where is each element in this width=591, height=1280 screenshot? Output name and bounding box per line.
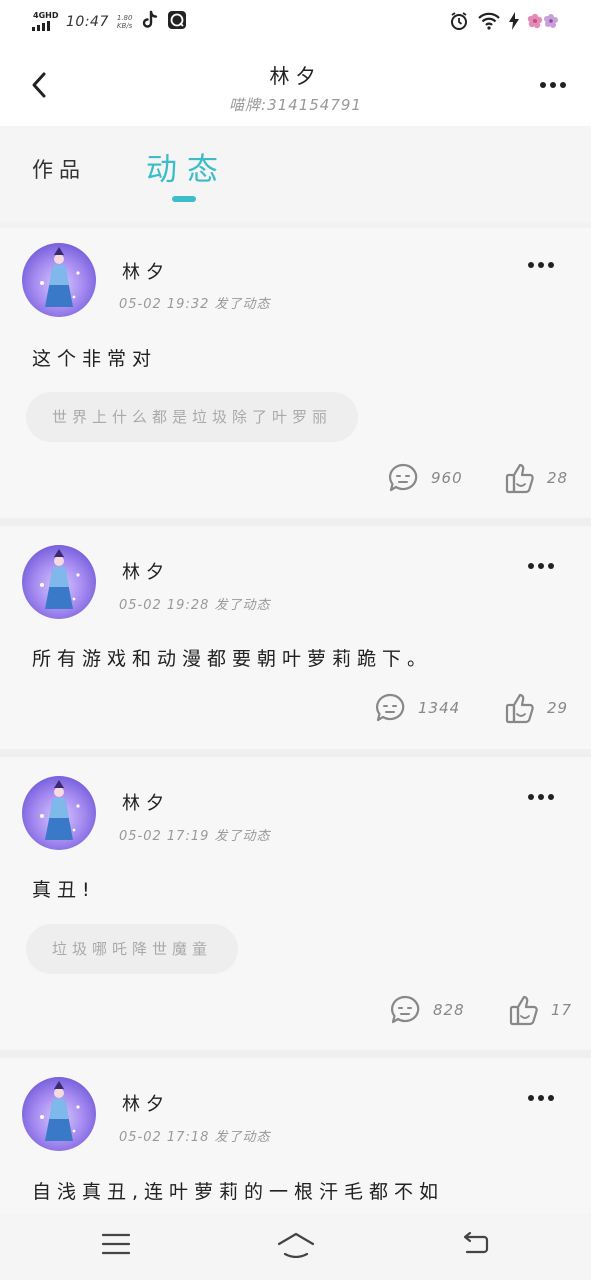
comment-button[interactable]: 828 — [389, 994, 465, 1026]
like-button[interactable]: 29 — [505, 692, 568, 724]
post-more-button[interactable] — [525, 789, 557, 805]
back-nav-icon — [463, 1231, 489, 1254]
back-nav-button[interactable] — [454, 1228, 494, 1260]
more-dots-icon — [528, 794, 554, 800]
network-speed: 1.80 KB/s — [117, 14, 133, 30]
thumbs-up-icon — [505, 693, 534, 724]
like-count: 17 — [551, 1001, 573, 1019]
avatar[interactable] — [22, 1077, 96, 1151]
menu-button[interactable] — [96, 1228, 136, 1260]
qq-music-icon — [167, 10, 187, 34]
home-button[interactable] — [276, 1228, 316, 1260]
post-more-button[interactable] — [525, 257, 557, 273]
more-dots-icon — [528, 1095, 554, 1101]
status-right — [449, 11, 561, 35]
comment-icon — [388, 463, 418, 492]
status-time: 10:47 — [66, 14, 109, 30]
post-content: 真丑! — [32, 879, 96, 901]
more-button[interactable] — [537, 74, 569, 96]
page-title: 林夕 — [269, 64, 322, 88]
comment-icon — [375, 693, 405, 722]
thumbs-up-icon — [505, 463, 534, 494]
post-author[interactable]: 林夕 — [122, 789, 170, 815]
quoted-content[interactable]: 世界上什么都是垃圾除了叶罗丽 — [26, 392, 359, 442]
like-button[interactable]: 17 — [509, 994, 572, 1026]
post-meta: 05-02 19:28 发了动态 — [119, 598, 271, 613]
post-card[interactable]: 林夕 05-02 17:18 发了动态 自浅真丑,连叶萝莉的一根汗毛都不如 — [0, 1058, 591, 1218]
post-content: 这个非常对 — [32, 348, 158, 370]
battery-flower-icon — [527, 11, 561, 35]
tiktok-icon — [141, 10, 159, 34]
status-bar: 4GHD 10:47 1.80 KB/s — [0, 0, 591, 46]
comment-count: 1344 — [418, 699, 461, 717]
more-dots-icon — [540, 82, 566, 88]
wifi-icon — [477, 12, 501, 34]
post-content: 自浅真丑,连叶萝莉的一根汗毛都不如 — [32, 1181, 445, 1203]
avatar[interactable] — [22, 243, 96, 317]
post-author[interactable]: 林夕 — [122, 1090, 170, 1116]
comment-button[interactable]: 960 — [387, 462, 463, 494]
post-author[interactable]: 林夕 — [122, 558, 170, 584]
post-more-button[interactable] — [525, 1090, 557, 1106]
like-button[interactable]: 28 — [505, 462, 568, 494]
more-dots-icon — [528, 563, 554, 569]
post-divider — [0, 1050, 591, 1058]
comment-count: 960 — [431, 469, 463, 487]
post-meta: 05-02 17:19 发了动态 — [119, 829, 271, 844]
post-divider — [0, 518, 591, 526]
menu-icon — [101, 1233, 131, 1255]
profile-header: 林夕 喵牌:314154791 — [0, 46, 591, 126]
charging-icon — [509, 12, 519, 34]
speed-value: 1.80 — [116, 14, 133, 22]
post-content: 所有游戏和动漫都要朝叶萝莉跪下。 — [32, 648, 433, 670]
thumbs-up-icon — [509, 995, 538, 1026]
post-card[interactable]: 林夕 05-02 19:32 发了动态 这个非常对 世界上什么都是垃圾除了叶罗丽… — [0, 228, 591, 518]
comment-count: 828 — [433, 1001, 465, 1019]
avatar[interactable] — [22, 545, 96, 619]
user-id: 喵牌:314154791 — [229, 96, 362, 114]
post-author[interactable]: 林夕 — [122, 258, 170, 284]
avatar[interactable] — [22, 776, 96, 850]
post-more-button[interactable] — [525, 558, 557, 574]
system-nav-bar — [0, 1214, 591, 1280]
network-label: 4GHD — [33, 11, 59, 20]
comment-button[interactable]: 1344 — [374, 692, 460, 724]
like-count: 28 — [547, 469, 569, 487]
comment-icon — [390, 995, 420, 1024]
speed-unit: KB/s — [116, 22, 133, 30]
post-card[interactable]: 林夕 05-02 19:28 发了动态 所有游戏和动漫都要朝叶萝莉跪下。 134… — [0, 526, 591, 749]
profile-tabs: 作品 动态 — [0, 126, 591, 222]
post-divider — [0, 749, 591, 757]
status-left: 4GHD 10:47 1.80 KB/s — [32, 10, 187, 34]
active-tab-indicator — [172, 196, 196, 202]
more-dots-icon — [528, 262, 554, 268]
signal-icon: 4GHD — [32, 12, 58, 32]
post-meta: 05-02 17:18 发了动态 — [119, 1130, 271, 1145]
tab-moments[interactable]: 动态 — [146, 144, 228, 240]
alarm-icon — [449, 11, 469, 35]
like-count: 29 — [547, 699, 569, 717]
post-card[interactable]: 林夕 05-02 17:19 发了动态 真丑! 垃圾哪吒降世魔童 828 17 — [0, 757, 591, 1050]
quoted-content[interactable]: 垃圾哪吒降世魔童 — [26, 924, 239, 974]
home-icon — [277, 1232, 315, 1258]
post-meta: 05-02 19:32 发了动态 — [119, 297, 271, 312]
